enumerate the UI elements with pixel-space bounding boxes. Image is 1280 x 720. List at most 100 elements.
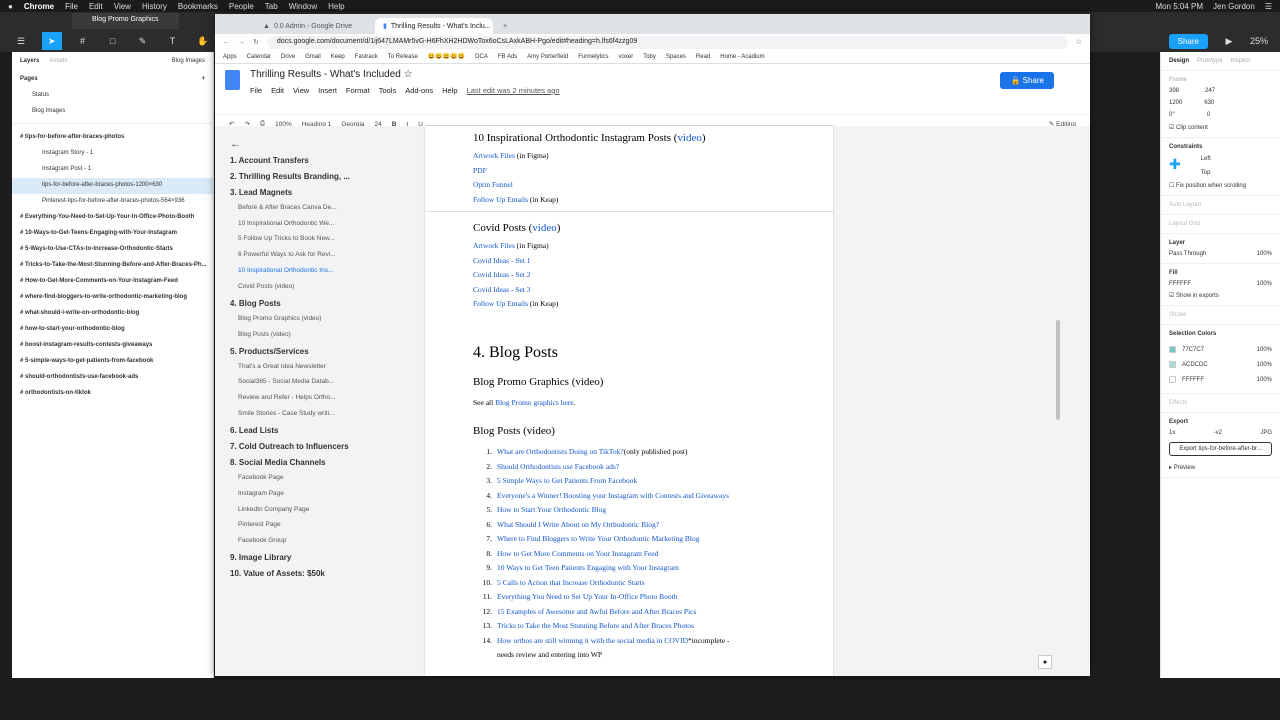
menu-window[interactable]: Window (289, 2, 317, 11)
blog-post-link[interactable]: Should Orthodontists use Facebook ads? (497, 462, 619, 477)
docs-menu-help[interactable]: Help (442, 86, 457, 95)
layers-tab[interactable]: Layers (20, 58, 39, 64)
play-icon[interactable]: ▶ (1220, 32, 1238, 50)
text-tool-icon[interactable]: T (164, 32, 182, 50)
blend-mode-select[interactable]: Pass Through (1169, 251, 1206, 257)
doc-link[interactable]: Optin Funnel (473, 180, 513, 189)
zoom-level[interactable]: 25% (1250, 36, 1268, 46)
docs-menu-addons[interactable]: Add-ons (405, 86, 433, 95)
outline-item[interactable]: Blog Promo Graphics (video) (230, 315, 420, 331)
promo-graphics-link[interactable]: Blog Promo graphics here (495, 398, 574, 407)
outline-item[interactable]: 4. Blog Posts (230, 299, 420, 315)
outline-back-icon[interactable]: ← (230, 138, 420, 150)
star-icon[interactable]: ☆ (1076, 38, 1082, 46)
bookmark-item[interactable]: Fastrack (355, 54, 378, 60)
menu-icon[interactable]: ☰ (1265, 2, 1272, 11)
export-suffix[interactable]: -v2 (1214, 430, 1222, 436)
menu-help[interactable]: Help (328, 2, 344, 11)
inspect-tab[interactable]: Inspect (1231, 58, 1250, 64)
blog-post-link[interactable]: 10 Ways to Get Teen Patients Engaging wi… (497, 563, 679, 578)
bookmark-item[interactable]: FB Ads (498, 54, 517, 60)
move-tool-icon[interactable]: ➤ (42, 32, 62, 50)
bookmark-item[interactable]: To Release (388, 54, 418, 60)
outline-item[interactable]: Pinterest Page (230, 521, 420, 537)
menu-file[interactable]: File (65, 2, 78, 11)
blog-post-link[interactable]: Tricks to Take the Most Stunning Before … (497, 621, 694, 636)
video-link[interactable]: video (532, 222, 556, 234)
bookmark-item[interactable]: 😀😀😀😀😀 (428, 53, 465, 60)
docs-menu-format[interactable]: Format (346, 86, 370, 95)
user-name[interactable]: Jen Gordon (1213, 2, 1255, 11)
x-field[interactable]: 398 (1169, 88, 1179, 94)
doc-link[interactable]: Artwork Files (473, 151, 515, 160)
figma-share-button[interactable]: Share (1168, 33, 1208, 49)
layer-item[interactable]: # should-orthodontists-use-facebook-ads (12, 370, 213, 386)
docs-menu-insert[interactable]: Insert (318, 86, 337, 95)
layer-item[interactable]: # 5-simple-ways-to-get-patients-from-fac… (12, 354, 213, 370)
frame-label[interactable]: Frame (1169, 77, 1272, 83)
export-format[interactable]: JPG (1260, 430, 1272, 436)
layer-opacity[interactable]: 100% (1257, 251, 1272, 257)
figma-file-tab[interactable]: Blog Promo Graphics (72, 13, 179, 29)
fix-position-checkbox[interactable]: ☐ Fix position when scrolling (1169, 182, 1272, 189)
doc-link[interactable]: Covid Ideas - Set 3 (473, 285, 531, 294)
bookmark-item[interactable]: Read (696, 54, 710, 60)
fill-hex[interactable]: FFFFFF (1169, 281, 1191, 287)
export-button[interactable]: Export tips-for-before-after-br... (1169, 442, 1272, 456)
bookmark-item[interactable]: Apps (223, 54, 237, 60)
doc-link[interactable]: Covid Ideas - Set 2 (473, 270, 531, 279)
effects-section[interactable]: Effects (1161, 394, 1280, 413)
docs-menu-edit[interactable]: Edit (271, 86, 284, 95)
docs-logo-icon[interactable] (225, 70, 240, 90)
bookmark-item[interactable]: Funnelytics (578, 54, 608, 60)
selection-color-row[interactable]: 77C7C7 100% (1169, 342, 1272, 357)
menu-history[interactable]: History (142, 2, 167, 11)
outline-item[interactable]: Review and Refer - Helps Ortho... (230, 394, 420, 410)
menu-icon[interactable]: ☰ (12, 32, 30, 50)
doc-link[interactable]: Follow Up Emails (473, 195, 528, 204)
doc-link[interactable]: Artwork Files (473, 241, 515, 250)
page-status[interactable]: Status (12, 88, 213, 104)
ruler[interactable] (425, 119, 833, 126)
outline-item[interactable]: 7. Cold Outreach to Influencers (230, 442, 420, 458)
url-field[interactable]: docs.google.com/document/d/1ij647LMAMr5v… (266, 35, 1068, 49)
blog-post-link[interactable]: 15 Examples of Awesome and Awful Before … (497, 607, 696, 622)
blog-post-link[interactable]: 5 Simple Ways to Get Patients From Faceb… (497, 476, 637, 491)
shape-tool-icon[interactable]: □ (104, 32, 122, 50)
outline-item[interactable]: Blog Posts (video) (230, 331, 420, 347)
tab-google-drive[interactable]: ▲ 0.0 Admin - Google Drive (255, 18, 373, 34)
bookmark-item[interactable]: Drive (281, 54, 295, 60)
layer-item[interactable]: # where-find-bloggers-to-write-orthodont… (12, 290, 213, 306)
outline-item[interactable]: 9. Image Library (230, 553, 420, 569)
add-page-icon[interactable]: + (201, 76, 205, 82)
explore-icon[interactable]: ✦ (1038, 655, 1052, 669)
preview-toggle[interactable]: ▸ Preview (1169, 464, 1272, 471)
outline-item[interactable]: Covid Posts (video) (230, 283, 420, 299)
prototype-tab[interactable]: Prototype (1197, 58, 1223, 64)
outline-item[interactable]: Smile Stories - Case Study writi... (230, 410, 420, 426)
show-in-exports-checkbox[interactable]: ☑ Show in exports (1169, 292, 1272, 299)
menu-bookmarks[interactable]: Bookmarks (178, 2, 218, 11)
layout-grid-section[interactable]: Layout Grid (1161, 215, 1280, 234)
outline-item[interactable]: LinkedIn Company Page (230, 506, 420, 522)
layer-item[interactable]: # 5-Ways-to-Use-CTAs-to-Increase-Orthodo… (12, 242, 213, 258)
menu-edit[interactable]: Edit (89, 2, 103, 11)
forward-icon[interactable]: → (238, 39, 245, 46)
clip-content-checkbox[interactable]: ☑ Clip content (1169, 124, 1272, 131)
fill-opacity[interactable]: 100% (1257, 281, 1272, 287)
outline-item[interactable]: Instagram Page (230, 490, 420, 506)
layer-item[interactable]: # orthodontists-on-tiktok (12, 386, 213, 402)
blog-post-link[interactable]: Where to Find Bloggers to Write Your Ort… (497, 534, 699, 549)
outline-item[interactable]: 3. Lead Magnets (230, 188, 420, 204)
radius-field[interactable]: 0 (1207, 112, 1210, 118)
apple-icon[interactable]: ● (8, 2, 13, 11)
docs-share-button[interactable]: 🔒 Share (1000, 72, 1054, 89)
bookmark-item[interactable]: Gmail (305, 54, 321, 60)
back-icon[interactable]: ← (223, 39, 230, 46)
bookmark-item[interactable]: Spaces (666, 54, 686, 60)
blog-post-link[interactable]: Everything You Need to Set Up Your In-Of… (497, 592, 677, 607)
hand-tool-icon[interactable]: ✋ (194, 32, 212, 50)
layer-item[interactable]: Instagram Story - 1 (12, 146, 213, 162)
outline-item[interactable]: 1. Account Transfers (230, 156, 420, 172)
docs-menu-view[interactable]: View (293, 86, 309, 95)
